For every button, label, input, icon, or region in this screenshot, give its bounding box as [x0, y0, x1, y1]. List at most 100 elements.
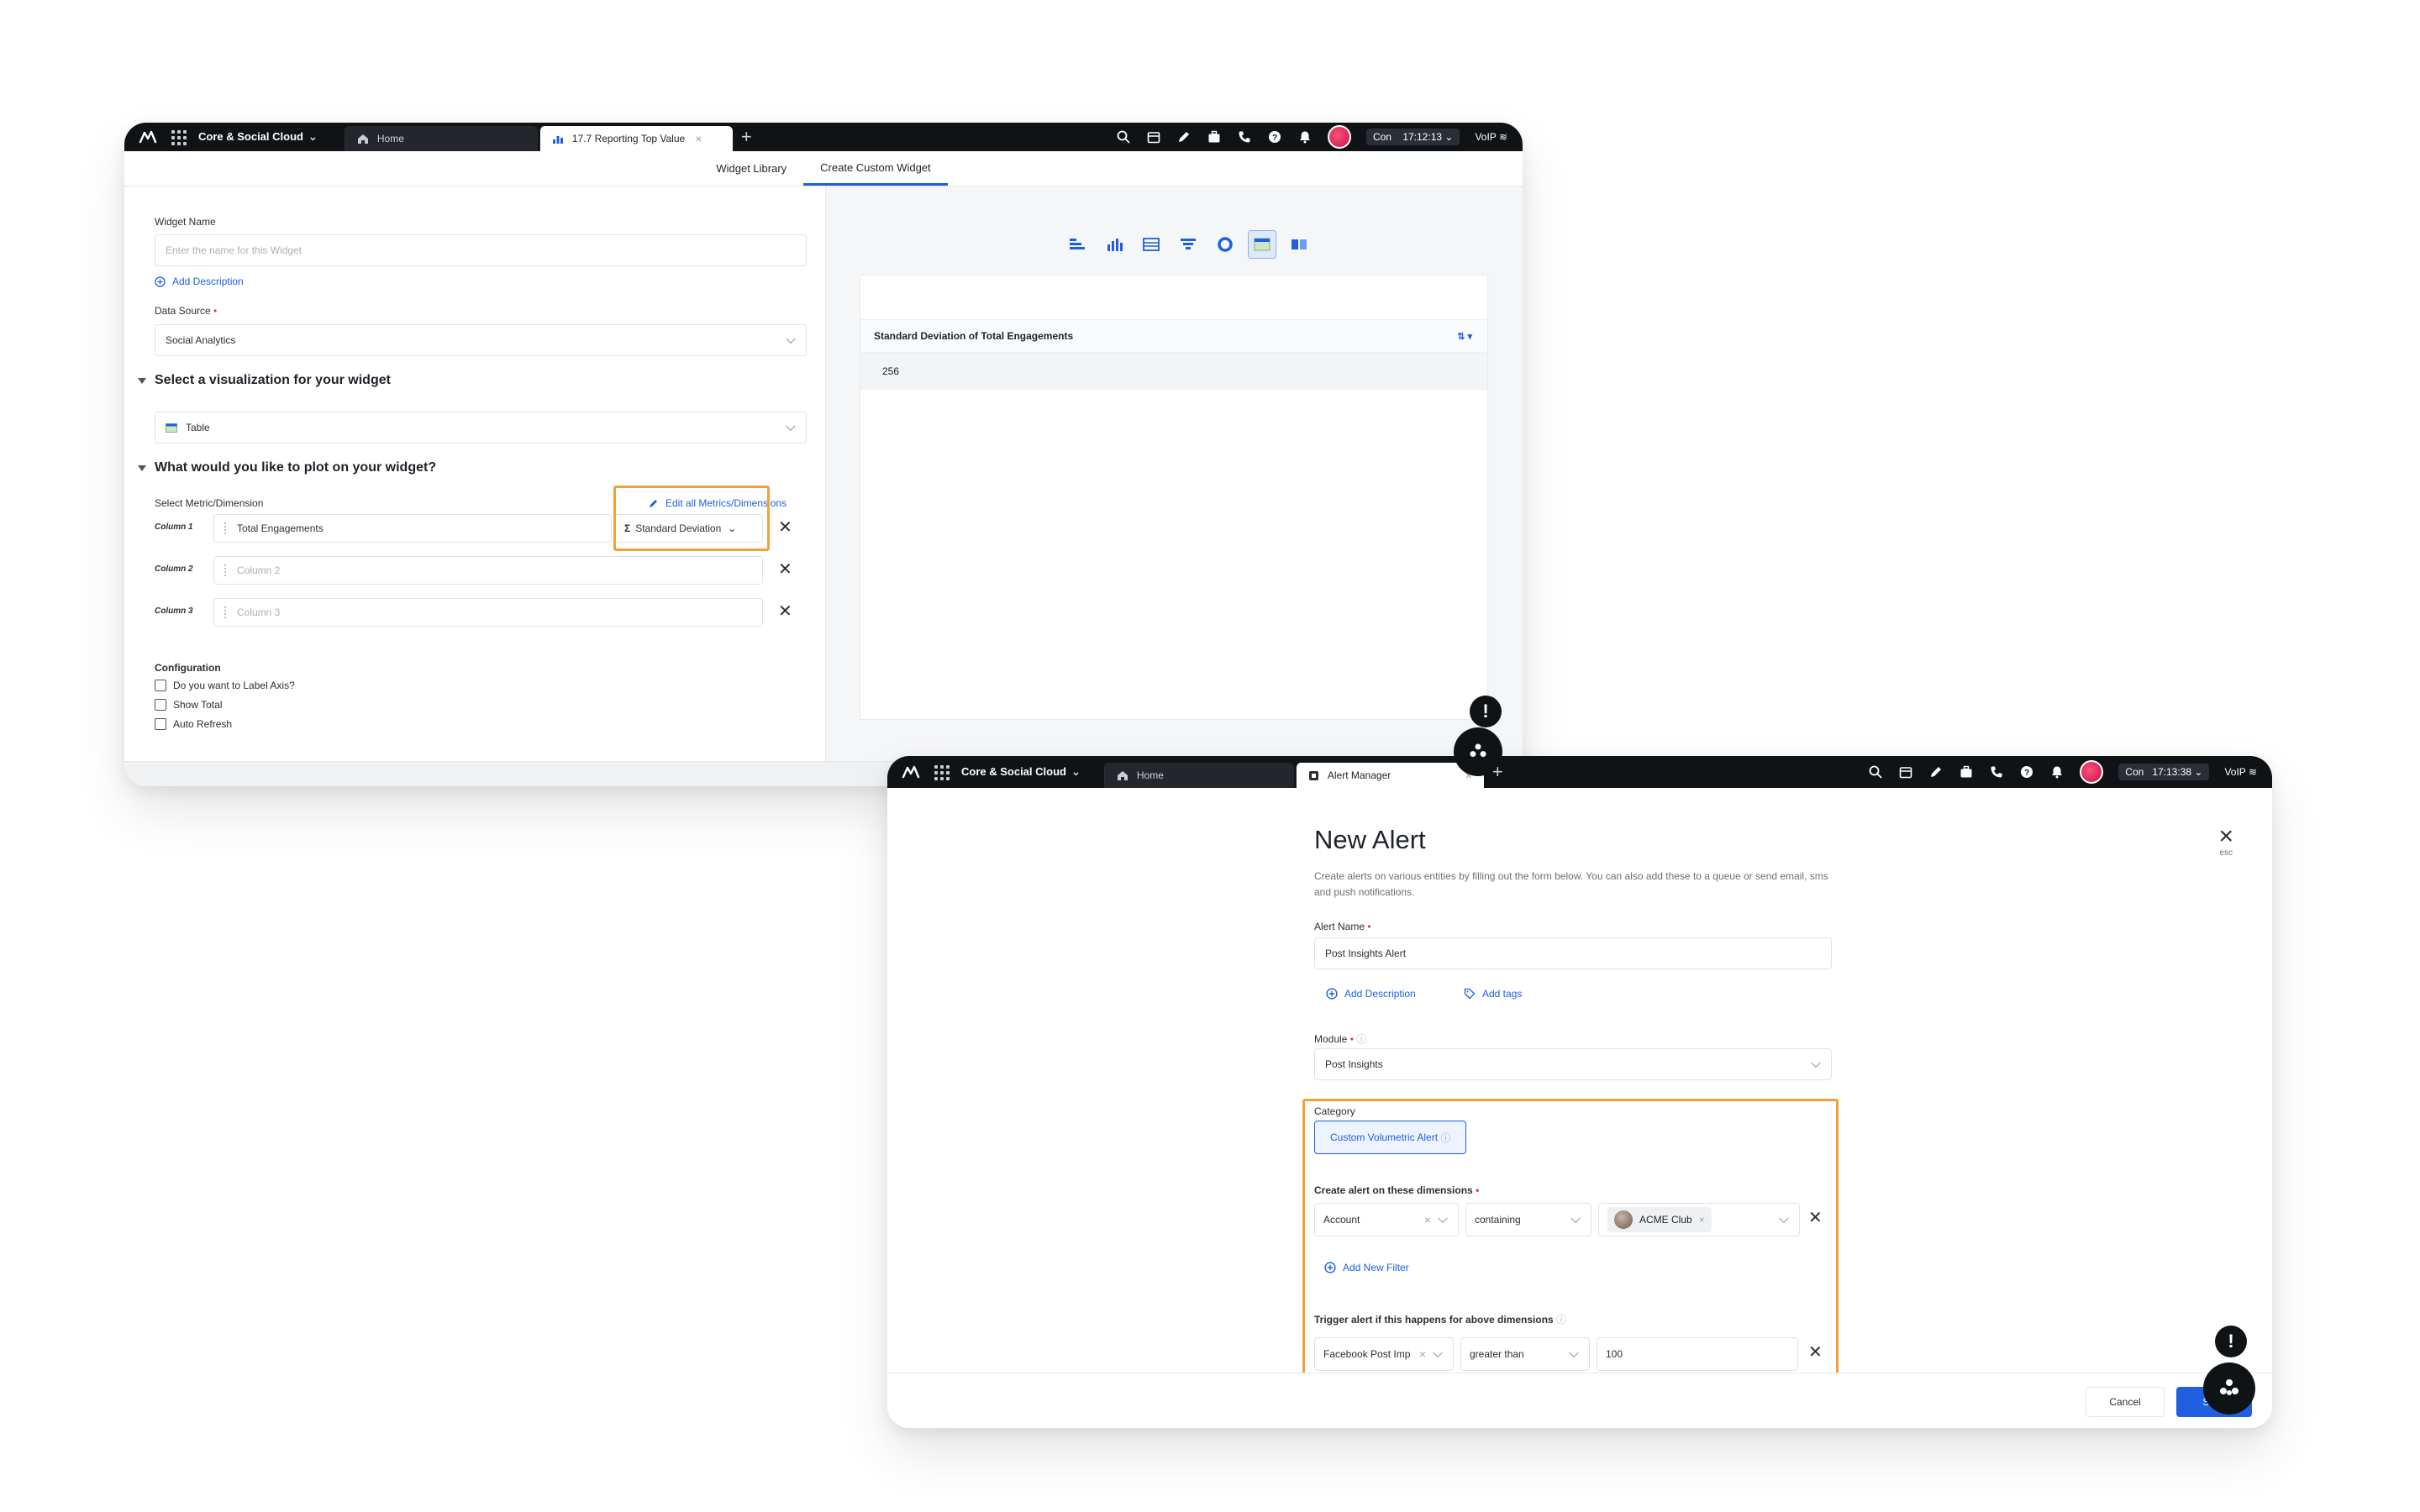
preview-table-row: 256	[860, 353, 1487, 390]
tab-widget-library[interactable]: Widget Library	[699, 151, 803, 186]
visualization-select[interactable]: Table	[155, 412, 807, 444]
auto-refresh-checkbox[interactable]: Auto Refresh	[155, 718, 232, 730]
cloud-switcher[interactable]: Core & Social Cloud ⌄	[198, 130, 318, 144]
module-value: Post Insights	[1325, 1058, 1383, 1070]
checkbox-icon	[155, 699, 166, 711]
column-1-input[interactable]: Total Engagements	[213, 514, 612, 543]
close-dialog-button[interactable]: × esc	[2218, 824, 2233, 858]
plot-section-header[interactable]: What would you like to plot on your widg…	[138, 460, 436, 475]
info-icon[interactable]: ⓘ	[1356, 1033, 1366, 1045]
tab-alert-manager[interactable]: Alert Manager ×	[1295, 763, 1484, 788]
column-1-value: Total Engagements	[237, 522, 324, 534]
tab-home[interactable]: Home	[344, 126, 538, 151]
briefcase-icon[interactable]	[1959, 764, 1974, 780]
alert-fab-icon[interactable]: !	[1470, 696, 1502, 727]
phone-icon[interactable]	[1989, 764, 2004, 780]
table-viz-icon[interactable]	[1248, 230, 1276, 259]
calendar-icon[interactable]	[1898, 764, 1913, 780]
sprinklr-logo-icon[interactable]	[133, 123, 163, 151]
column-3-label: Column 3	[155, 606, 193, 616]
data-source-value: Social Analytics	[166, 334, 236, 346]
widget-tabs: Widget Library Create Custom Widget	[124, 151, 1523, 186]
new-tab-icon[interactable]: +	[741, 128, 752, 146]
user-avatar[interactable]	[1327, 125, 1351, 149]
cloud-name: Core & Social Cloud	[961, 765, 1066, 778]
esc-hint: esc	[2219, 848, 2233, 858]
sprinklr-logo-icon[interactable]	[896, 756, 926, 788]
app-launcher-icon[interactable]	[170, 129, 187, 145]
column-chart-icon[interactable]	[1100, 230, 1128, 259]
clock-time: 17:12:13	[1402, 131, 1443, 143]
preview-card: Standard Deviation of Total Engagements …	[860, 275, 1488, 720]
chevron-down-icon	[786, 333, 796, 344]
checkbox-icon	[155, 680, 166, 691]
viz-section-header[interactable]: Select a visualization for your widget	[138, 373, 391, 388]
tab-alert-manager-label: Alert Manager	[1327, 769, 1392, 781]
funnel-icon[interactable]	[1174, 230, 1202, 259]
alert-fab-icon[interactable]: !	[2215, 1326, 2247, 1357]
data-source-select[interactable]: Social Analytics	[155, 324, 807, 356]
widget-name-input[interactable]: Enter the name for this Widget	[155, 234, 807, 266]
status-label: Con	[2125, 766, 2144, 778]
drag-handle-icon[interactable]	[224, 564, 227, 576]
help-icon[interactable]: ?	[1267, 129, 1282, 144]
tab-home[interactable]: Home	[1103, 763, 1294, 788]
cloud-switcher[interactable]: Core & Social Cloud ⌄	[961, 765, 1081, 779]
voip-status[interactable]: VoIP ≋	[2224, 766, 2257, 778]
status-time-pill[interactable]: Con 17:13:38 ⌄	[2118, 764, 2210, 780]
cancel-button[interactable]: Cancel	[2086, 1387, 2165, 1417]
add-description-link[interactable]: Add Description	[1326, 988, 1416, 1000]
visualization-toolbar	[1063, 230, 1313, 259]
remove-column-3-icon[interactable]: ✕	[778, 603, 792, 620]
search-icon[interactable]	[1868, 764, 1883, 780]
column-2-placeholder: Column 2	[237, 564, 281, 576]
bell-icon[interactable]	[1297, 129, 1313, 144]
column-2-input[interactable]: Column 2	[213, 556, 763, 585]
phone-icon[interactable]	[1237, 129, 1252, 144]
module-label-text: Module	[1314, 1033, 1348, 1045]
widget-preview-panel: Standard Deviation of Total Engagements …	[825, 186, 1523, 761]
alert-manager-window: Core & Social Cloud ⌄ Home Alert Manager …	[887, 756, 2272, 1428]
column-3-input[interactable]: Column 3	[213, 598, 763, 627]
svg-text:?: ?	[1272, 134, 1277, 143]
calendar-chart-icon[interactable]	[1137, 230, 1165, 259]
assistant-fab-icon[interactable]	[2203, 1362, 2255, 1415]
add-description-label: Add Description	[172, 276, 244, 287]
show-total-checkbox[interactable]: Show Total	[155, 699, 222, 711]
search-icon[interactable]	[1116, 129, 1131, 144]
viz-section-title: Select a visualization for your widget	[155, 373, 391, 387]
card-chart-icon[interactable]	[1285, 230, 1313, 259]
briefcase-icon[interactable]	[1207, 129, 1222, 144]
calendar-icon[interactable]	[1146, 129, 1161, 144]
pen-icon[interactable]	[1176, 129, 1192, 144]
chevron-down-icon: ⌄	[308, 130, 318, 143]
tab-reporting[interactable]: 17.7 Reporting Top Value ×	[539, 126, 733, 151]
remove-column-1-icon[interactable]: ✕	[778, 519, 792, 536]
alert-name-input[interactable]: Post Insights Alert	[1314, 937, 1832, 969]
chevron-down-icon	[786, 421, 796, 432]
label-axis-checkbox[interactable]: Do you want to Label Axis?	[155, 680, 295, 691]
user-avatar[interactable]	[2080, 760, 2104, 784]
bar-chart-icon[interactable]	[1063, 230, 1092, 259]
add-description-link[interactable]: Add Description	[155, 276, 244, 287]
close-tab-icon[interactable]: ×	[695, 132, 702, 145]
pen-icon[interactable]	[1928, 764, 1944, 780]
tab-home-label: Home	[376, 133, 404, 144]
page-title: New Alert	[1314, 825, 1426, 854]
assistant-fab-icon[interactable]	[1454, 727, 1502, 776]
data-source-label-text: Data Source	[155, 305, 211, 317]
drag-handle-icon[interactable]	[224, 606, 227, 618]
voip-status[interactable]: VoIP ≋	[1475, 131, 1507, 143]
module-select[interactable]: Post Insights	[1314, 1048, 1832, 1080]
status-time-pill[interactable]: Con 17:12:13 ⌄	[1365, 129, 1460, 145]
bell-icon[interactable]	[2049, 764, 2065, 780]
sort-icon[interactable]: ⇅ ▾	[1457, 331, 1472, 342]
chevron-down-icon: ⌄	[1071, 765, 1081, 778]
add-tags-link[interactable]: Add tags	[1464, 988, 1522, 1000]
tab-create-custom-widget[interactable]: Create Custom Widget	[803, 151, 948, 186]
drag-handle-icon[interactable]	[224, 522, 227, 534]
remove-column-2-icon[interactable]: ✕	[778, 561, 792, 578]
help-icon[interactable]: ?	[2019, 764, 2034, 780]
app-launcher-icon[interactable]	[933, 764, 950, 780]
donut-chart-icon[interactable]	[1211, 230, 1239, 259]
